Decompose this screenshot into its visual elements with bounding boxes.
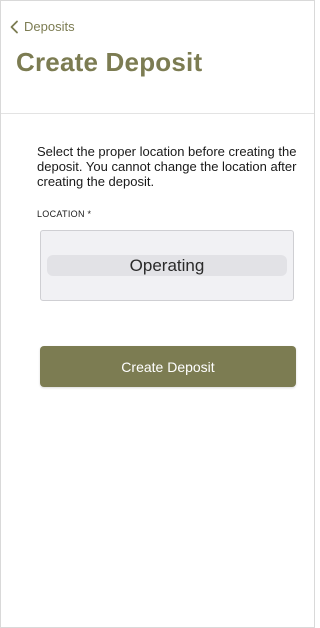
back-button[interactable]: Deposits xyxy=(9,19,75,37)
navigation-bar: Deposits xyxy=(1,1,314,37)
title-row: Create Deposit xyxy=(1,37,314,87)
location-picker-value[interactable]: Operating xyxy=(41,256,293,276)
deposit-form: Select the proper location before creati… xyxy=(1,144,314,387)
header-divider xyxy=(1,113,314,114)
location-label: LOCATION * xyxy=(37,209,92,219)
chevron-left-icon xyxy=(10,20,18,33)
back-button-label: Deposits xyxy=(24,19,75,34)
page-title: Create Deposit xyxy=(16,47,203,77)
instructions-text: Select the proper location before creati… xyxy=(37,144,297,189)
create-deposit-button[interactable]: Create Deposit xyxy=(40,346,296,387)
location-picker[interactable]: Operating xyxy=(40,230,294,301)
app-screen: Deposits Create Deposit Select the prope… xyxy=(0,0,315,628)
